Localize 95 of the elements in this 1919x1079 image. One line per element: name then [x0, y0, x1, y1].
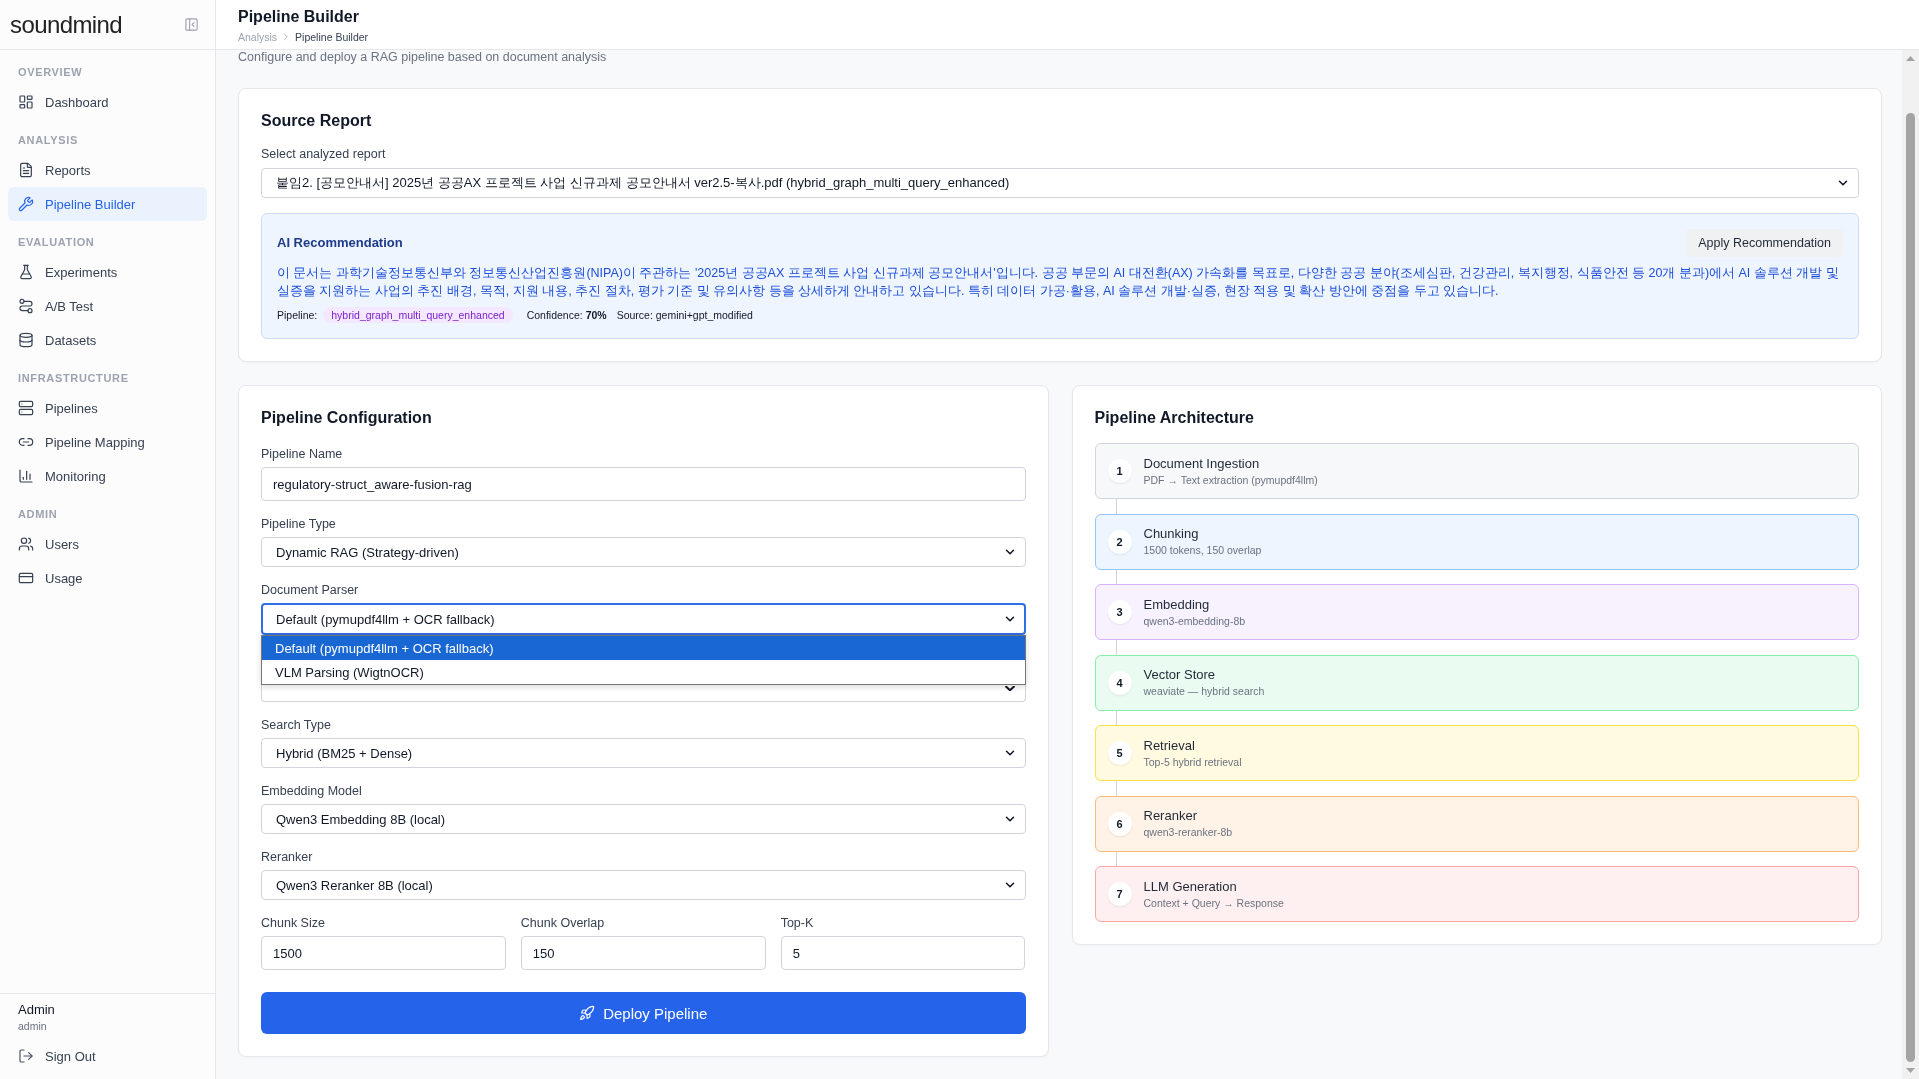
nav-item[interactable]: Monitoring — [8, 459, 207, 493]
select-field[interactable]: Default (pymupdf4llm + OCR fallback) — [261, 603, 1026, 635]
scroll-down-arrow-icon[interactable] — [1906, 1068, 1915, 1073]
wrench-icon — [18, 196, 34, 212]
step-detail: Context + Query → Response — [1143, 896, 1284, 910]
scrollbar-thumb[interactable] — [1906, 113, 1915, 1062]
breadcrumb-current: Pipeline Builder — [295, 30, 369, 44]
confidence-text: Confidence: 70% — [526, 308, 607, 322]
step-number: 1 — [1107, 459, 1132, 483]
section-label: INFRASTRUCTURE — [17, 371, 130, 385]
recommendation-text: 이 문서는 과학기술정보통신부와 정보통신산업진흥원(NIPA)이 주관하는 '2025년 공공AX 프로젝트 사업 신규과제 공모안내서'입니다. 공공 부문의 AI 대전환(AX) 가속화를 목표로, 다양한 공공 분야(조세심판, 건강관리, 복지행정, 식품안전 등 20개 분과)에서 AI 솔루션 개발 및 실증을 지원하는 사업의 추진 배경, 목적, 지원 내용, 추진 절차, 평가 기준 및 유의사항 등을 상세하게 안내하고 있습니다. 특히 데이터 가공·활용, AI 솔루션 개발·실증, 현장 적용 및 확산 방안에 중점을 두고 있습니다. — [277, 265, 1840, 300]
field-label: Pipeline Type — [261, 516, 336, 532]
step-detail: 1500 tokens, 150 overlap — [1143, 544, 1262, 557]
select-field[interactable]: Dynamic RAG (Strategy-driven) — [261, 537, 1026, 567]
users-icon — [18, 536, 34, 552]
nav-item[interactable]: A/B Test — [8, 289, 207, 323]
step-number: 3 — [1107, 600, 1132, 624]
dropdown-option[interactable]: VLM Parsing (WigtnOCR) — [262, 660, 1025, 684]
field-label: Pipeline Name — [261, 446, 343, 462]
field-label: Chunk Size — [261, 915, 325, 931]
card-title: Source Report — [261, 111, 372, 131]
field-label: Reranker — [261, 849, 313, 865]
route-icon — [18, 298, 34, 314]
source-text: Source: gemini+gpt_modified — [616, 308, 753, 322]
section-label: ANALYSIS — [17, 133, 79, 147]
dropdown-option[interactable]: Default (pymupdf4llm + OCR fallback) — [262, 636, 1025, 660]
select-field[interactable]: Qwen3 Embedding 8B (local) — [261, 804, 1026, 834]
field-label: Search Type — [261, 717, 331, 733]
select-field[interactable] — [261, 685, 1026, 702]
nav-item[interactable]: Pipelines — [8, 391, 207, 425]
field-label: Embedding Model — [261, 783, 362, 799]
step-number: 5 — [1107, 741, 1132, 765]
deploy-button[interactable]: Deploy Pipeline — [261, 992, 1026, 1034]
card-icon — [18, 570, 34, 586]
step-number: 6 — [1107, 811, 1132, 836]
page-title: Pipeline Builder — [238, 7, 359, 27]
step-title: LLM Generation — [1143, 878, 1237, 895]
sign-out-icon — [18, 1048, 34, 1064]
nav-item[interactable]: Datasets — [8, 323, 207, 357]
nav-item[interactable]: Users — [8, 527, 207, 561]
number-input[interactable]: 5 — [780, 936, 1026, 970]
section-label: ADMIN — [17, 507, 59, 521]
app-logo[interactable]: soundmind — [10, 10, 122, 39]
nav-item[interactable]: Experiments — [8, 255, 207, 289]
nav-item[interactable]: Pipeline Builder — [8, 187, 207, 221]
number-input[interactable]: 150 — [520, 936, 766, 970]
panel-title: AI Recommendation — [277, 235, 403, 251]
select-field[interactable]: Qwen3 Reranker 8B (local) — [261, 870, 1026, 900]
document-icon — [18, 162, 34, 178]
field-label: Chunk Overlap — [520, 915, 605, 931]
sign-out-button[interactable]: Sign Out — [18, 1044, 96, 1068]
nav-item[interactable]: Usage — [8, 561, 207, 595]
number-input[interactable]: 1500 — [261, 936, 506, 970]
field-label: Document Parser — [261, 582, 359, 598]
card-title: Pipeline Architecture — [1094, 408, 1254, 428]
step-title: Document Ingestion — [1143, 455, 1260, 472]
step-title: Vector Store — [1143, 667, 1216, 683]
nav-item[interactable]: Pipeline Mapping — [8, 425, 207, 459]
text-input[interactable]: regulatory-struct_aware-fusion-rag — [261, 467, 1026, 501]
scroll-up-arrow-icon[interactable] — [1906, 56, 1915, 61]
step-detail: qwen3-reranker-8b — [1143, 826, 1233, 839]
dashboard-icon — [18, 94, 34, 110]
chevron-down-icon — [1004, 686, 1015, 691]
step-detail: PDF → Text extraction (pymupdf4llm) — [1143, 473, 1318, 487]
meta-label: Pipeline: — [277, 308, 318, 322]
database-icon — [18, 332, 34, 348]
user-name: Admin — [18, 1002, 55, 1018]
bar-chart-icon — [18, 468, 34, 484]
step-title: Embedding — [1143, 596, 1210, 613]
step-detail: qwen3-embedding-8b — [1143, 614, 1246, 628]
step-detail: weaviate — hybrid search — [1143, 685, 1265, 698]
select-field[interactable]: Hybrid (BM25 + Dense) — [261, 738, 1026, 768]
field-label: Top-K — [780, 915, 814, 931]
select-field[interactable]: 붙임2. [공모안내서] 2025년 공공AX 프로젝트 사업 신규과제 공모안내서 ver2.5-복사.pdf (hybrid_graph_multi_query_enhanced) — [261, 168, 1859, 198]
step-number: 7 — [1107, 882, 1132, 906]
step-number: 4 — [1107, 670, 1132, 695]
step-title: Retrieval — [1143, 737, 1195, 754]
page-subtitle: Configure and deploy a RAG pipeline based on document analysis — [238, 50, 608, 64]
nav-item[interactable]: Dashboard — [8, 85, 207, 119]
pipeline-tag: hybrid_graph_multi_query_enhanced — [323, 307, 513, 323]
rocket-icon — [579, 1005, 596, 1021]
flask-icon — [18, 264, 34, 280]
section-label: OVERVIEW — [17, 65, 84, 79]
step-detail: Top-5 hybrid retrieval — [1143, 755, 1242, 769]
panel-collapse-icon[interactable] — [184, 17, 199, 32]
step-title: Chunking — [1143, 526, 1199, 542]
user-role: admin — [18, 1019, 47, 1033]
server-icon — [18, 400, 34, 416]
card-title: Pipeline Configuration — [261, 408, 432, 428]
apply-recommendation-button[interactable]: Apply Recommendation — [1686, 229, 1843, 257]
section-label: EVALUATION — [17, 235, 96, 249]
step-number: 2 — [1107, 529, 1132, 554]
step-title: Reranker — [1143, 808, 1197, 824]
field-label: Select analyzed report — [261, 146, 386, 162]
nav-item[interactable]: Reports — [8, 153, 207, 187]
